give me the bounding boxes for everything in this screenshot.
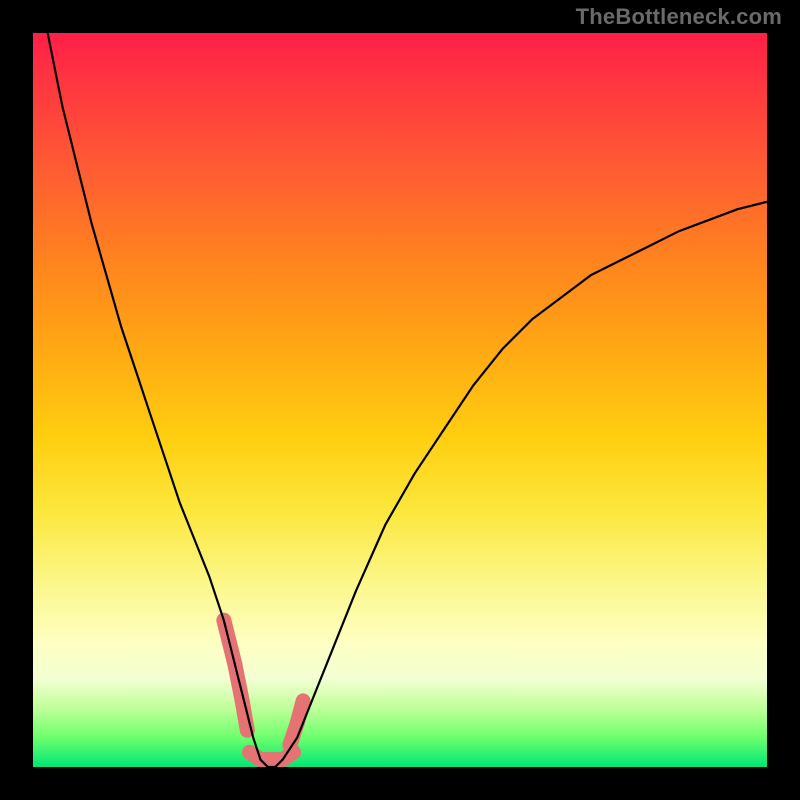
bottleneck-curve: [48, 33, 767, 767]
chart-canvas: TheBottleneck.com: [0, 0, 800, 800]
watermark-text: TheBottleneck.com: [576, 4, 782, 30]
curve-svg: [33, 33, 767, 767]
highlight-markers: [224, 620, 303, 759]
plot-area: [33, 33, 767, 767]
